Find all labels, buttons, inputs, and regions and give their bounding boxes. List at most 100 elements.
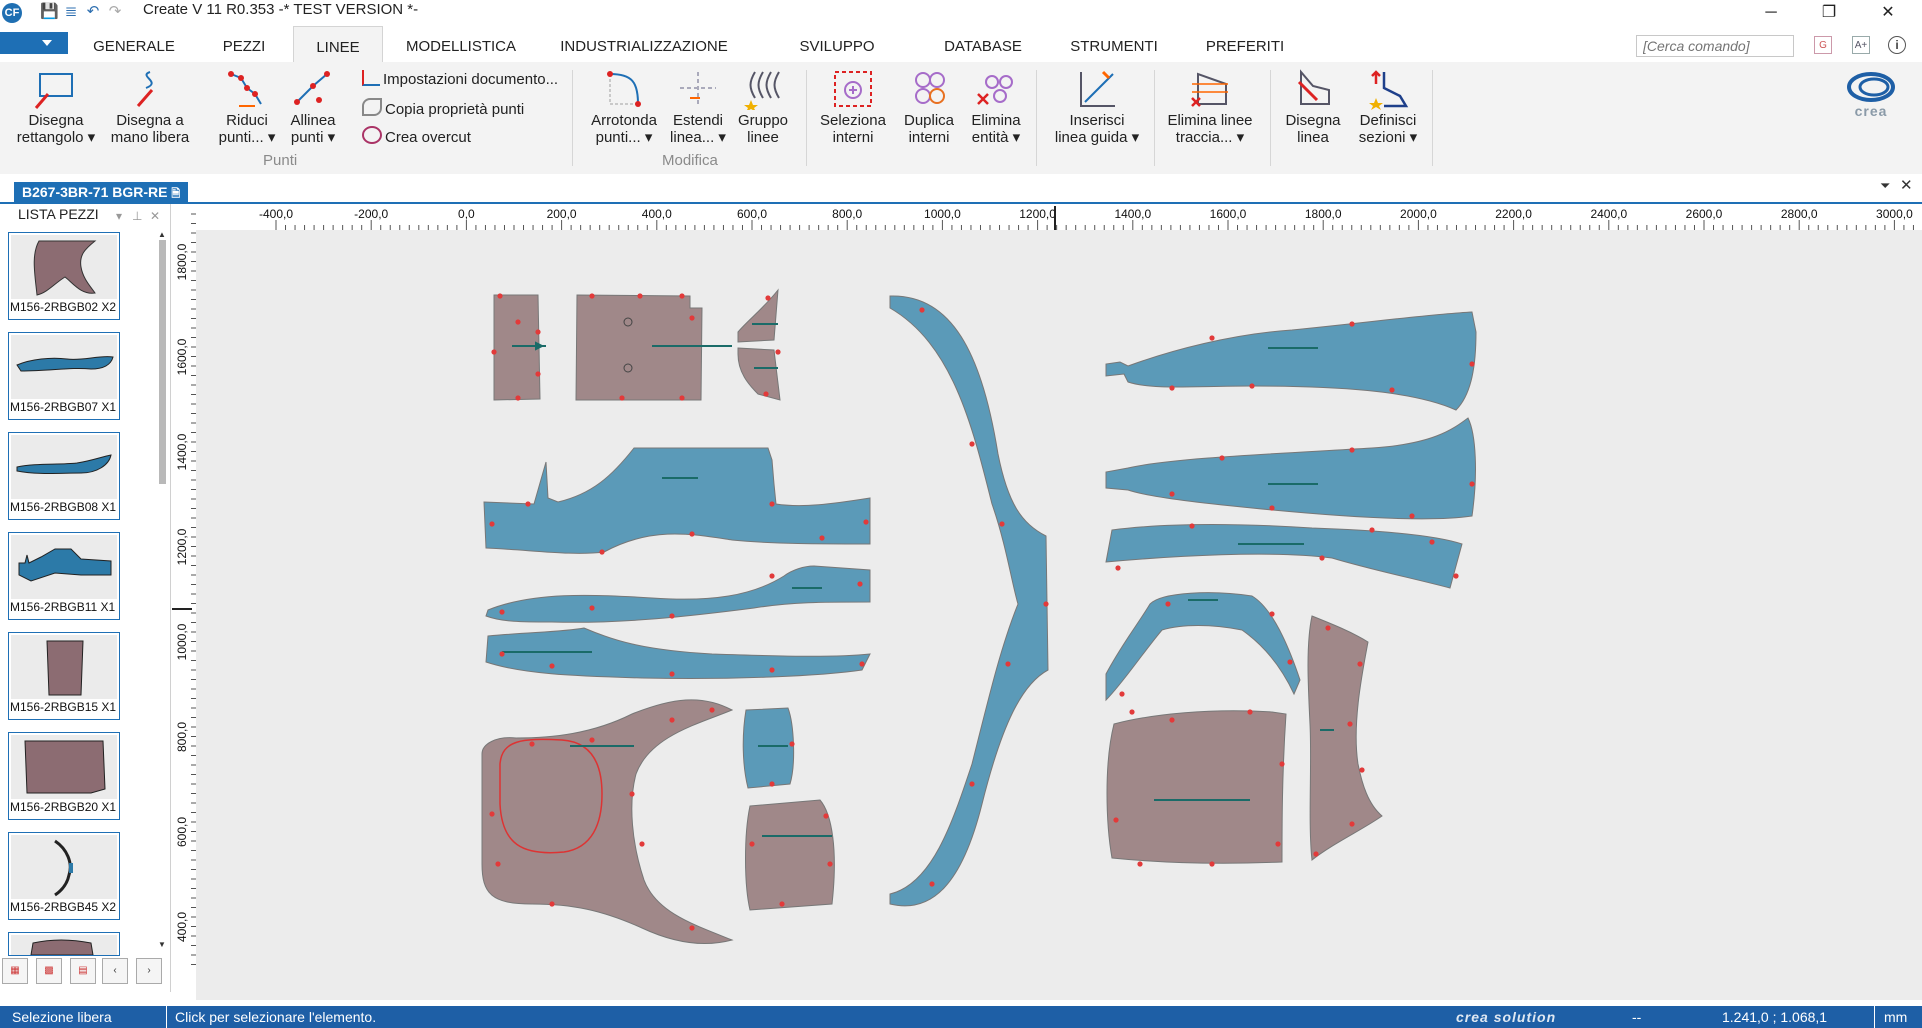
pattern-piece[interactable] xyxy=(1106,710,1287,864)
piece-preview xyxy=(11,235,117,299)
settings-icon xyxy=(362,70,380,86)
allinea-punti-button[interactable]: Allinea punti ▾ xyxy=(282,68,344,146)
piece-thumbnail[interactable]: M156-2RBGB20 X1 xyxy=(8,732,120,820)
inserisci-linea-guida-button[interactable]: Inserisci linea guida ▾ xyxy=(1048,68,1146,146)
impostazioni-documento-button[interactable]: Impostazioni documento... xyxy=(362,70,558,88)
ribbon: Disegna rettangolo ▾ Disegna a mano libera… xyxy=(0,62,1922,175)
app-logo-icon[interactable]: CF xyxy=(2,3,22,23)
notch-marker xyxy=(589,293,595,299)
definisci-sezioni-button[interactable]: Definisci sezioni ▾ xyxy=(1350,68,1426,146)
properties-icon[interactable]: ≣ xyxy=(62,3,80,21)
elimina-entita-button[interactable]: Elimina entità ▾ xyxy=(964,68,1028,146)
file-menu-button[interactable] xyxy=(0,32,68,54)
arrotonda-punti-button[interactable]: Arrotonda punti... ▾ xyxy=(584,68,664,146)
drawing-canvas[interactable]: -400,0 -200,0 0,0 200,0 400,0 600,0 800,0 1000,… xyxy=(172,204,1922,1006)
view-list-icon[interactable]: ▤ xyxy=(70,958,96,984)
g-icon[interactable]: G xyxy=(1814,36,1832,54)
close-document-icon[interactable]: ✕ xyxy=(1900,176,1913,194)
notch-marker xyxy=(1209,861,1215,867)
group-lines-icon xyxy=(744,71,780,110)
elimina-linee-traccia-button[interactable]: Elimina linee traccia... ▾ xyxy=(1162,68,1258,146)
scroll-thumb[interactable] xyxy=(159,240,166,484)
piece-preview xyxy=(11,935,117,955)
duplica-interni-button[interactable]: Duplica interni xyxy=(896,68,962,146)
notch-marker xyxy=(1369,527,1375,533)
freehand-draw-icon xyxy=(136,71,154,107)
disegna-linea-button[interactable]: Disegna linea xyxy=(1280,68,1346,146)
tab-sviluppo-taglie[interactable]: SVILUPPO TAGLIE xyxy=(772,26,902,97)
piece-thumbnail[interactable]: M156-2RBGB08 X1 xyxy=(8,432,120,520)
piece-thumbnail[interactable]: M156-2RBGB07 X1 xyxy=(8,332,120,420)
panel-scrollbar[interactable]: ▲ ▼ xyxy=(156,230,168,950)
seleziona-interni-button[interactable]: Seleziona interni xyxy=(814,68,892,146)
notch-marker xyxy=(1165,601,1171,607)
dropdown-icon[interactable]: ▾ xyxy=(116,206,122,226)
copia-proprieta-punti-button[interactable]: Copia proprietà punti xyxy=(362,98,524,118)
piece-thumbnail[interactable]: M156-2RBGB15 X1 xyxy=(8,632,120,720)
estendi-linea-button[interactable]: Estendi linea... ▾ xyxy=(666,68,730,146)
piece-preview xyxy=(11,535,117,599)
riduci-punti-button[interactable]: Riduci punti... ▾ xyxy=(214,68,280,146)
tab-database[interactable]: DATABASE xyxy=(940,26,1026,62)
canvas-svg[interactable]: -400,0 -200,0 0,0 200,0 400,0 600,0 800,0 1000,… xyxy=(172,204,1922,1006)
view-pieces-icon[interactable]: ▦ xyxy=(2,958,28,984)
pattern-piece[interactable] xyxy=(493,294,546,401)
notch-marker xyxy=(515,395,521,401)
tab-linee[interactable]: LINEE xyxy=(293,26,383,63)
align-points-icon xyxy=(294,71,330,105)
tab-industrializzazione[interactable]: INDUSTRIALIZZAZIONE xyxy=(560,26,728,62)
piece-thumbnail[interactable]: M156-2RBGB45 X2 xyxy=(8,832,120,920)
extend-line-icon xyxy=(680,72,716,106)
undo-icon[interactable]: ↶ xyxy=(84,3,102,21)
tab-generale[interactable]: GENERALE xyxy=(86,26,182,62)
minimize-button[interactable]: ─ xyxy=(1748,0,1794,26)
redo-icon[interactable]: ↷ xyxy=(106,3,124,21)
disegna-rettangolo-button[interactable]: Disegna rettangolo ▾ xyxy=(10,68,102,146)
pattern-piece[interactable] xyxy=(745,799,835,911)
abc-icon[interactable]: A+ xyxy=(1852,36,1870,54)
y-ruler-tick-label: 1800,0 xyxy=(175,243,189,280)
tab-strumenti[interactable]: STRUMENTI xyxy=(1066,26,1162,62)
tab-modellistica[interactable]: MODELLISTICA xyxy=(404,26,518,62)
notch-marker xyxy=(969,781,975,787)
close-button[interactable]: ✕ xyxy=(1865,0,1911,26)
x-ruler-tick-label: 200,0 xyxy=(547,207,577,221)
disegna-mano-libera-button[interactable]: Disegna a mano libera xyxy=(104,68,196,146)
notch-marker xyxy=(1209,335,1215,341)
restore-button[interactable]: ❐ xyxy=(1806,0,1852,26)
crea-overcut-button[interactable]: Crea overcut xyxy=(362,126,471,146)
save-icon[interactable]: 💾 xyxy=(40,3,59,21)
notch-marker xyxy=(489,811,495,817)
pattern-piece[interactable] xyxy=(742,707,795,789)
notch-marker xyxy=(919,307,925,313)
overcut-icon xyxy=(362,126,382,144)
command-search-input[interactable] xyxy=(1636,35,1794,57)
info-icon[interactable]: i xyxy=(1888,36,1906,54)
crea-logo: crea xyxy=(1846,72,1896,119)
separator xyxy=(1036,70,1037,166)
pin-icon[interactable]: ⊥ xyxy=(132,206,142,226)
view-grid-icon[interactable]: ▩ xyxy=(36,958,62,984)
notch-marker xyxy=(969,441,975,447)
notch-marker xyxy=(1189,523,1195,529)
close-panel-icon[interactable]: ✕ xyxy=(150,206,160,226)
previous-icon[interactable]: ‹ xyxy=(102,958,128,984)
notch-marker xyxy=(1349,821,1355,827)
tab-pezzi[interactable]: PEZZI xyxy=(212,26,276,62)
separator xyxy=(1270,70,1271,166)
tab-preferiti[interactable]: PREFERITI xyxy=(1200,26,1290,62)
next-icon[interactable]: › xyxy=(136,958,162,984)
tab-list-icon[interactable]: ⏷ xyxy=(1880,178,1890,194)
piece-thumbnail[interactable]: M156-2RBGB11 X1 xyxy=(8,532,120,620)
separator xyxy=(1154,70,1155,166)
notch-marker xyxy=(515,319,521,325)
notch-marker xyxy=(1319,555,1325,561)
piece-thumbnail[interactable] xyxy=(8,932,120,956)
gruppo-linee-button[interactable]: Gruppo linee xyxy=(732,68,794,146)
scroll-up-icon[interactable]: ▲ xyxy=(158,230,166,239)
document-tab[interactable]: B267-3BR-71 BGR-RE 🗎 xyxy=(14,182,189,202)
notch-marker xyxy=(1249,383,1255,389)
piece-thumbnail[interactable]: M156-2RBGB02 X2 xyxy=(8,232,120,320)
scroll-down-icon[interactable]: ▼ xyxy=(158,940,166,949)
notch-marker xyxy=(1005,661,1011,667)
